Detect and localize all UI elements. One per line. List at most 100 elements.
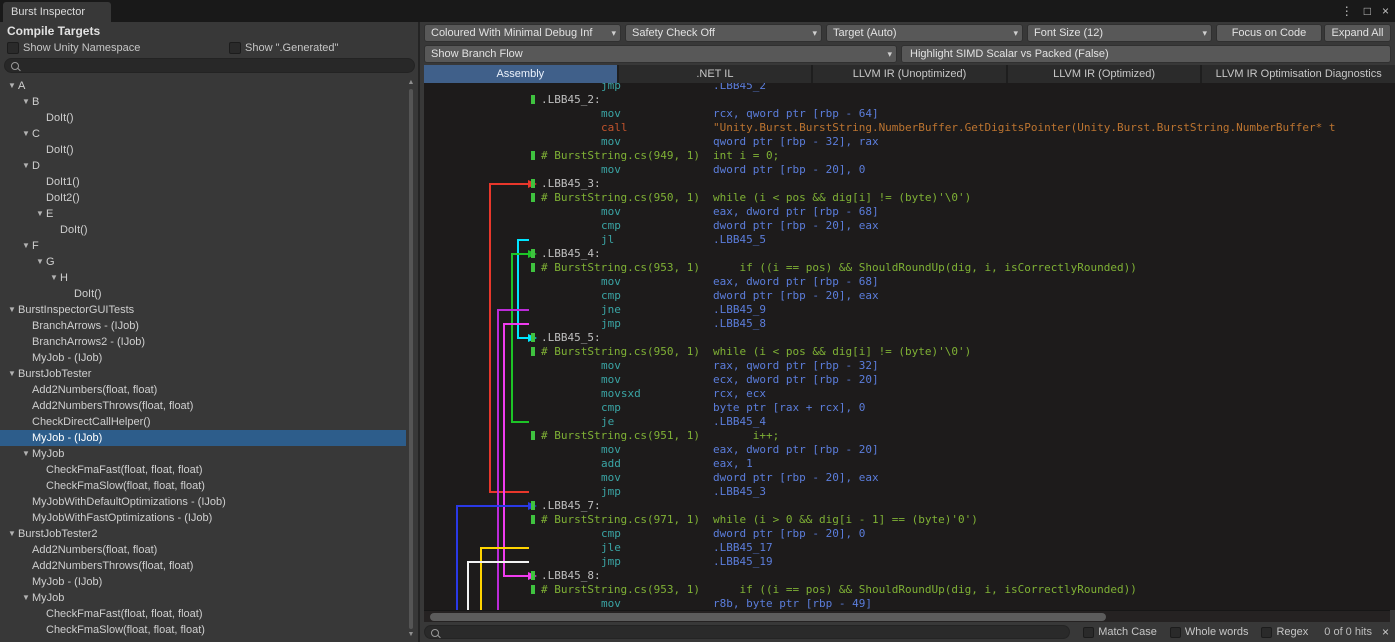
foldout-triangle-icon[interactable]: ▼ bbox=[36, 206, 44, 222]
debug-info-dropdown[interactable]: Coloured With Minimal Debug Inf ▾ bbox=[424, 24, 621, 42]
code-search-input[interactable] bbox=[443, 626, 1062, 640]
foldout-triangle-icon[interactable]: ▼ bbox=[8, 78, 16, 94]
chevron-down-icon: ▾ bbox=[1013, 25, 1018, 41]
tree-folder-row[interactable]: ▼G bbox=[0, 254, 406, 270]
checkbox-box[interactable] bbox=[1261, 627, 1272, 638]
foldout-triangle-icon[interactable]: ▼ bbox=[50, 270, 58, 286]
code-search-field[interactable] bbox=[424, 625, 1070, 639]
foldout-triangle-icon[interactable]: ▼ bbox=[22, 158, 30, 174]
asm-operands: r8b, byte ptr [rbp - 49] bbox=[713, 597, 872, 610]
asm-source-comment-line: # BurstString.cs(953, 1) if ((i == pos) … bbox=[424, 261, 1395, 275]
tree-folder-row[interactable]: ▼B bbox=[0, 94, 406, 110]
foldout-triangle-icon[interactable]: ▼ bbox=[22, 238, 30, 254]
tree-item-row[interactable]: DoIt1() bbox=[0, 174, 406, 190]
tab-llvm-ir-optimized[interactable]: LLVM IR (Optimized) bbox=[1008, 65, 1201, 83]
safety-check-dropdown[interactable]: Safety Check Off ▾ bbox=[625, 24, 822, 42]
tree-item-row[interactable]: BranchArrows - (IJob) bbox=[0, 318, 406, 334]
show-unity-namespace-checkbox[interactable]: Show Unity Namespace bbox=[7, 41, 140, 55]
tree-folder-row[interactable]: ▼BurstJobTester2 bbox=[0, 526, 406, 542]
tree-folder-row[interactable]: ▼C bbox=[0, 126, 406, 142]
foldout-triangle-icon[interactable]: ▼ bbox=[8, 526, 16, 542]
maximize-icon[interactable]: □ bbox=[1364, 3, 1371, 19]
scrollbar-thumb[interactable] bbox=[409, 89, 413, 629]
tree-folder-row[interactable]: ▼MyJob bbox=[0, 446, 406, 462]
tree-item-row[interactable]: CheckFmaSlow(float, float, float) bbox=[0, 478, 406, 494]
asm-mnemonic: cmp bbox=[601, 527, 621, 541]
checkbox-box[interactable] bbox=[7, 42, 19, 54]
window-tab-burst-inspector[interactable]: Burst Inspector bbox=[3, 2, 111, 22]
tab-assembly[interactable]: Assembly bbox=[424, 65, 617, 83]
asm-source-comment-line: # BurstString.cs(950, 1)while (i < pos &… bbox=[424, 191, 1395, 205]
asm-instruction-line: cmpdword ptr [rbp - 20], eax bbox=[424, 219, 1395, 233]
match-case-checkbox[interactable]: Match Case bbox=[1083, 626, 1157, 638]
tree-item-row[interactable]: Add2NumbersThrows(float, float) bbox=[0, 398, 406, 414]
tree-item-label: CheckDirectCallHelper() bbox=[32, 414, 151, 430]
font-size-dropdown[interactable]: Font Size (12) ▾ bbox=[1027, 24, 1212, 42]
foldout-triangle-icon[interactable]: ▼ bbox=[22, 590, 30, 606]
foldout-triangle-icon[interactable]: ▼ bbox=[8, 302, 16, 318]
tree-item-row[interactable]: Add2Numbers(float, float) bbox=[0, 382, 406, 398]
assembly-code-view[interactable]: jmp.LBB45_2.LBB45_2:movrcx, qword ptr [r… bbox=[424, 83, 1395, 610]
asm-instruction-line: movecx, dword ptr [rbp - 20] bbox=[424, 373, 1395, 387]
tree-scrollbar[interactable]: ▲ ▼ bbox=[405, 78, 417, 640]
tab-net-il[interactable]: .NET IL bbox=[619, 65, 812, 83]
foldout-triangle-icon[interactable]: ▼ bbox=[22, 446, 30, 462]
asm-label-line: .LBB45_2: bbox=[424, 93, 1395, 107]
tree-item-row[interactable]: DoIt() bbox=[0, 142, 406, 158]
menu-icon[interactable]: ⋮ bbox=[1341, 3, 1353, 19]
tree-item-row[interactable]: MyJobWithFastOptimizations - (IJob) bbox=[0, 510, 406, 526]
tree-folder-row[interactable]: ▼A bbox=[0, 78, 406, 94]
tree-item-row[interactable]: BranchArrows2 - (IJob) bbox=[0, 334, 406, 350]
tree-item-row[interactable]: DoIt() bbox=[0, 222, 406, 238]
checkbox-box[interactable] bbox=[1170, 627, 1181, 638]
targets-search-field[interactable] bbox=[4, 58, 415, 73]
regex-checkbox[interactable]: Regex bbox=[1261, 626, 1308, 638]
tree-item-row[interactable]: CheckFmaFast(float, float, float) bbox=[0, 606, 406, 622]
source-code: while (i < pos && dig[i] != (byte)'\0') bbox=[713, 191, 971, 205]
tree-item-row[interactable]: DoIt2() bbox=[0, 190, 406, 206]
tree-folder-row[interactable]: ▼MyJob bbox=[0, 590, 406, 606]
tree-item-row[interactable]: DoIt() bbox=[0, 286, 406, 302]
checkbox-box[interactable] bbox=[1083, 627, 1094, 638]
checkbox-box[interactable] bbox=[229, 42, 241, 54]
foldout-triangle-icon[interactable]: ▼ bbox=[22, 126, 30, 142]
target-dropdown[interactable]: Target (Auto) ▾ bbox=[826, 24, 1023, 42]
scroll-up-icon[interactable]: ▲ bbox=[405, 78, 417, 88]
tree-item-row[interactable]: DoIt() bbox=[0, 110, 406, 126]
tree-folder-row[interactable]: ▼F bbox=[0, 238, 406, 254]
block-marker bbox=[531, 179, 535, 188]
tree-item-row[interactable]: MyJob - (IJob) bbox=[0, 430, 406, 446]
branch-flow-dropdown[interactable]: Show Branch Flow ▾ bbox=[424, 45, 897, 63]
tree-folder-row[interactable]: ▼E bbox=[0, 206, 406, 222]
simd-highlight-toggle[interactable]: Highlight SIMD Scalar vs Packed (False) bbox=[901, 45, 1391, 63]
tree-item-row[interactable]: MyJob - (IJob) bbox=[0, 350, 406, 366]
tree-item-row[interactable]: CheckDirectCallHelper() bbox=[0, 414, 406, 430]
foldout-triangle-icon[interactable]: ▼ bbox=[36, 254, 44, 270]
tree-item-label: DoIt2() bbox=[46, 190, 80, 206]
scrollbar-thumb[interactable] bbox=[430, 613, 1106, 621]
whole-words-checkbox[interactable]: Whole words bbox=[1170, 626, 1249, 638]
tab-llvm-ir-diagnostics[interactable]: LLVM IR Optimisation Diagnostics bbox=[1202, 65, 1395, 83]
tab-llvm-ir-unoptimized[interactable]: LLVM IR (Unoptimized) bbox=[813, 65, 1006, 83]
tree-folder-row[interactable]: ▼BurstInspectorGUITests bbox=[0, 302, 406, 318]
tree-item-row[interactable]: CheckFmaFast(float, float, float) bbox=[0, 462, 406, 478]
scroll-down-icon[interactable]: ▼ bbox=[405, 630, 417, 640]
show-generated-checkbox[interactable]: Show ".Generated" bbox=[229, 41, 338, 55]
close-icon[interactable]: × bbox=[1382, 3, 1389, 19]
tree-item-row[interactable]: Add2Numbers(float, float) bbox=[0, 542, 406, 558]
tree-folder-row[interactable]: ▼BurstJobTester bbox=[0, 366, 406, 382]
tree-item-row[interactable]: MyJobWithDefaultOptimizations - (IJob) bbox=[0, 494, 406, 510]
focus-on-code-button[interactable]: Focus on Code bbox=[1216, 24, 1322, 42]
tree-item-row[interactable]: Add2NumbersThrows(float, float) bbox=[0, 558, 406, 574]
tree-folder-row[interactable]: ▼D bbox=[0, 158, 406, 174]
block-marker bbox=[531, 263, 535, 272]
tree-folder-row[interactable]: ▼H bbox=[0, 270, 406, 286]
foldout-triangle-icon[interactable]: ▼ bbox=[8, 366, 16, 382]
expand-all-button[interactable]: Expand All bbox=[1324, 24, 1391, 42]
foldout-triangle-icon[interactable]: ▼ bbox=[22, 94, 30, 110]
tree-item-row[interactable]: CheckFmaSlow(float, float, float) bbox=[0, 622, 406, 638]
search-close-icon[interactable]: × bbox=[1382, 625, 1389, 639]
code-horizontal-scrollbar[interactable] bbox=[424, 610, 1390, 622]
tree-item-row[interactable]: MyJob - (IJob) bbox=[0, 574, 406, 590]
targets-search-input[interactable] bbox=[23, 59, 407, 74]
